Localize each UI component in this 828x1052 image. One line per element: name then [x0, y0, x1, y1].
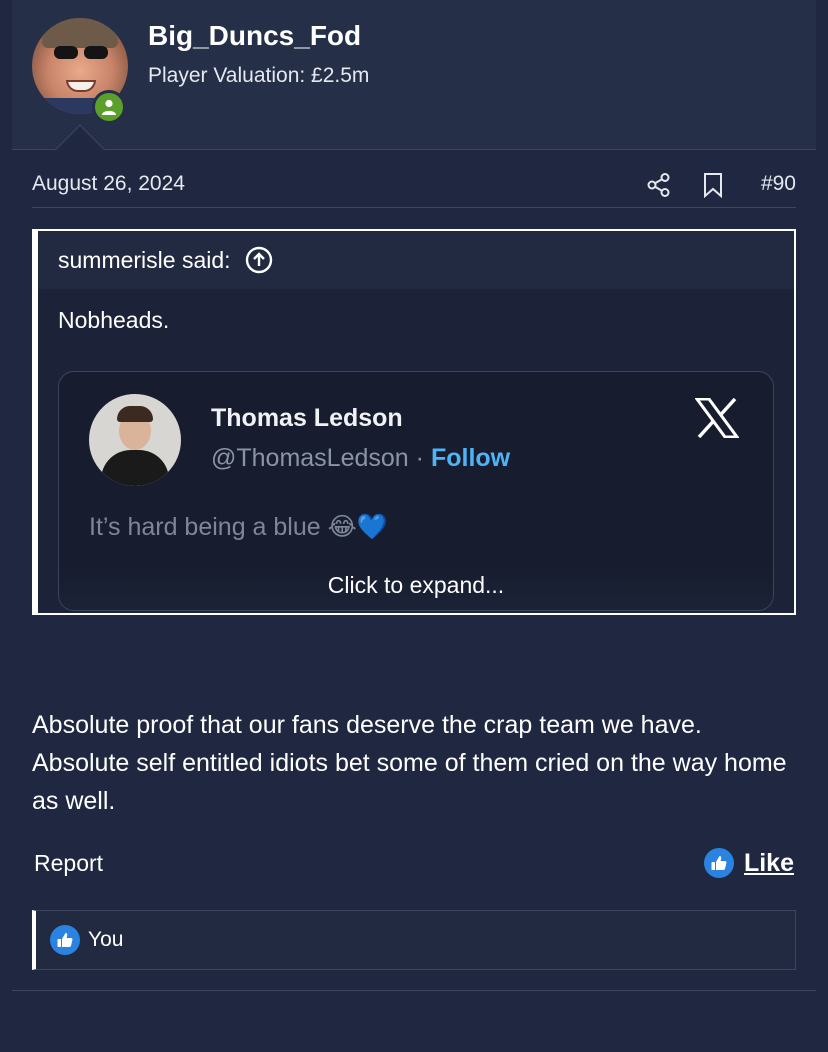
tweet-avatar[interactable] — [89, 394, 181, 486]
report-button[interactable]: Report — [34, 850, 103, 877]
post-number-link[interactable]: #90 — [761, 172, 796, 196]
post-body: Absolute proof that our fans deserve the… — [32, 711, 787, 815]
divider — [12, 990, 816, 991]
post-date[interactable]: August 26, 2024 — [32, 172, 185, 196]
click-to-expand-link[interactable]: Click to expand... — [38, 572, 794, 599]
reactions-bar[interactable]: You — [32, 910, 796, 970]
bookmark-icon[interactable] — [702, 172, 724, 203]
online-status-icon — [92, 90, 126, 124]
arrow-up-circle-icon[interactable] — [245, 246, 273, 274]
thumbs-up-icon — [703, 848, 734, 878]
username[interactable]: Big_Duncs_Fod — [148, 20, 361, 52]
like-label: Like — [743, 848, 794, 877]
quote-author[interactable]: summerisle said: — [58, 247, 231, 274]
post-meta: August 26, 2024 #90 — [32, 164, 796, 208]
user-title: Player Valuation: £2.5m — [148, 64, 370, 87]
reactions-list[interactable]: You — [88, 928, 123, 952]
tweet-handle-line: @ThomasLedson · Follow — [211, 444, 510, 473]
tweet-follow-button[interactable]: Follow — [431, 444, 510, 472]
tweet-author-name[interactable]: Thomas Ledson — [211, 404, 403, 433]
tweet-handle[interactable]: @ThomasLedson — [211, 444, 409, 472]
quote-text: Nobheads. — [58, 307, 170, 333]
tweet-text: It’s hard being a blue 😂💙 — [89, 513, 388, 541]
like-button[interactable]: Like — [703, 848, 794, 878]
share-icon[interactable] — [646, 172, 672, 203]
x-logo-icon[interactable] — [694, 397, 740, 443]
user-header: Big_Duncs_Fod Player Valuation: £2.5m — [12, 0, 816, 150]
tweet-separator: · — [415, 444, 424, 472]
quote-header: summerisle said: — [38, 231, 794, 289]
quote-block: summerisle said: Nobheads. Thomas Ledson… — [32, 229, 796, 615]
thumbs-up-icon — [50, 925, 80, 955]
